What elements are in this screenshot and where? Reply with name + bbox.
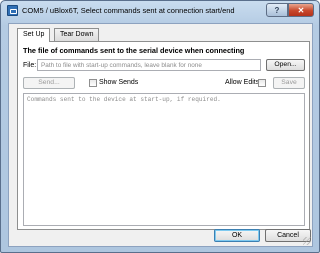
setup-tab-panel: The file of commands sent to the serial … bbox=[17, 41, 310, 230]
help-button[interactable]: ? bbox=[266, 3, 288, 17]
allow-edits-checkbox[interactable] bbox=[258, 79, 266, 87]
window-title: COM5 / uBlox6T, Select commands sent at … bbox=[22, 6, 235, 15]
file-label: File: bbox=[23, 62, 37, 69]
open-button[interactable]: Open... bbox=[266, 59, 305, 71]
tab-tear-down[interactable]: Tear Down bbox=[54, 28, 100, 41]
commands-textarea[interactable] bbox=[23, 93, 305, 226]
section-heading: The file of commands sent to the serial … bbox=[23, 46, 245, 55]
allow-edits-label: Allow Edits bbox=[225, 79, 260, 86]
resize-grip[interactable] bbox=[303, 237, 311, 245]
send-button[interactable]: Send... bbox=[23, 77, 75, 89]
dialog-client-area: Set Up Tear Down The file of commands se… bbox=[8, 23, 313, 247]
close-button[interactable]: ✕ bbox=[288, 3, 314, 17]
serial-port-icon bbox=[7, 5, 18, 16]
save-button[interactable]: Save bbox=[273, 77, 305, 89]
tab-set-up[interactable]: Set Up bbox=[17, 28, 51, 42]
file-path-input[interactable] bbox=[37, 59, 261, 71]
show-sends-label: Show Sends bbox=[99, 79, 139, 86]
ok-button[interactable]: OK bbox=[214, 229, 260, 242]
show-sends-checkbox[interactable] bbox=[89, 79, 97, 87]
dialog-window: COM5 / uBlox6T, Select commands sent at … bbox=[0, 0, 320, 253]
title-bar[interactable]: COM5 / uBlox6T, Select commands sent at … bbox=[1, 1, 319, 21]
